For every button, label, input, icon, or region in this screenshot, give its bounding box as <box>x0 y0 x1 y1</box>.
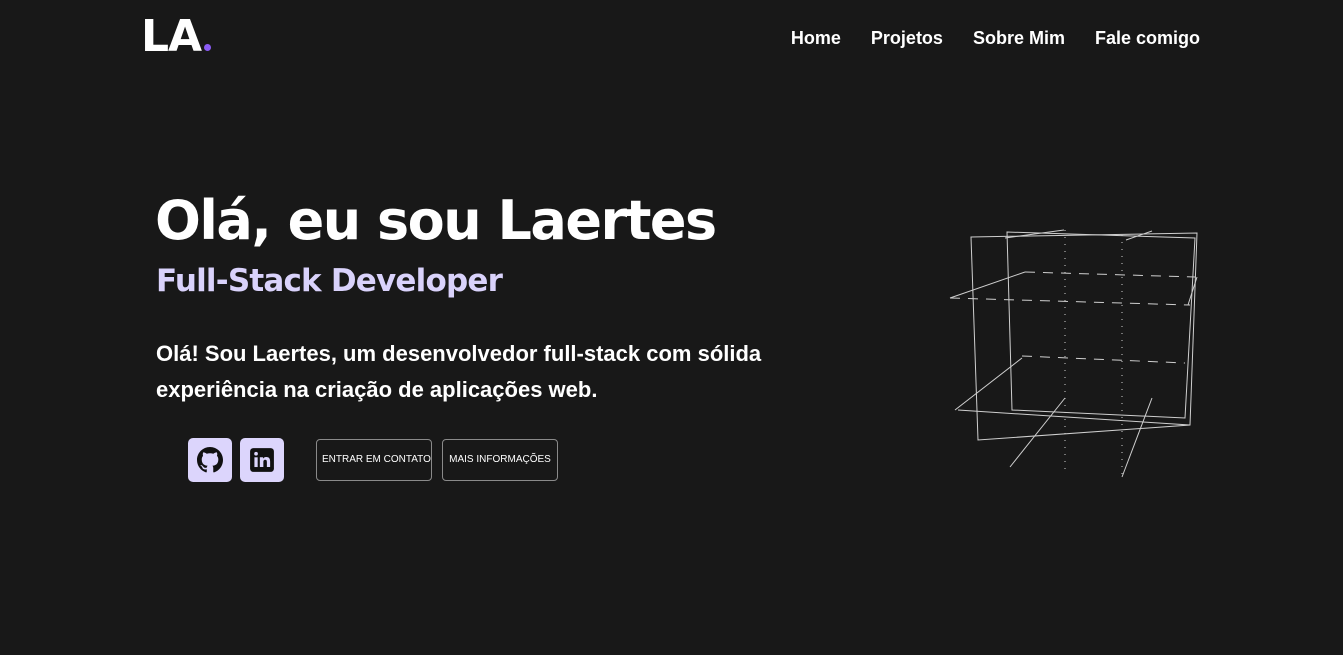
contact-button[interactable]: ENTRAR EM CONTATO <box>316 439 432 481</box>
hero-subtitle: Full-Stack Developer <box>156 263 503 299</box>
nav-sobre-mim[interactable]: Sobre Mim <box>973 26 1065 50</box>
logo[interactable]: LA <box>141 10 212 64</box>
cube-edge <box>1009 397 1066 468</box>
social-links <box>188 438 284 482</box>
github-icon <box>197 447 223 473</box>
logo-text: LA <box>141 11 202 62</box>
page: LA Home Projetos Sobre Mim Fale comigo O… <box>0 0 1343 655</box>
wireframe-cube-graphic <box>949 229 1198 478</box>
main-nav: Home Projetos Sobre Mim Fale comigo <box>791 26 1200 50</box>
hero-description: Olá! Sou Laertes, um desenvolvedor full-… <box>156 341 762 402</box>
hero-title: Olá, eu sou Laertes <box>155 189 717 252</box>
nav-projetos[interactable]: Projetos <box>871 26 943 50</box>
linkedin-icon <box>250 448 274 472</box>
linkedin-button[interactable] <box>240 438 284 482</box>
cube-edge <box>1121 397 1153 478</box>
cube-edge <box>949 297 1191 306</box>
hero-actions: ENTRAR EM CONTATO MAIS INFORMAÇÕES <box>316 439 558 481</box>
cube-edge <box>1021 355 1186 364</box>
cube-edge <box>1024 271 1196 278</box>
nav-home[interactable]: Home <box>791 26 841 50</box>
cube-edge <box>957 409 1191 426</box>
github-button[interactable] <box>188 438 232 482</box>
logo-dot <box>204 44 212 51</box>
more-info-button[interactable]: MAIS INFORMAÇÕES <box>442 439 558 481</box>
nav-fale-comigo[interactable]: Fale comigo <box>1095 26 1200 50</box>
cube-edge <box>949 271 1026 299</box>
site-header: LA Home Projetos Sobre Mim Fale comigo <box>0 0 1343 76</box>
cube-edge <box>1006 231 1196 419</box>
cube-edge <box>970 232 1198 441</box>
